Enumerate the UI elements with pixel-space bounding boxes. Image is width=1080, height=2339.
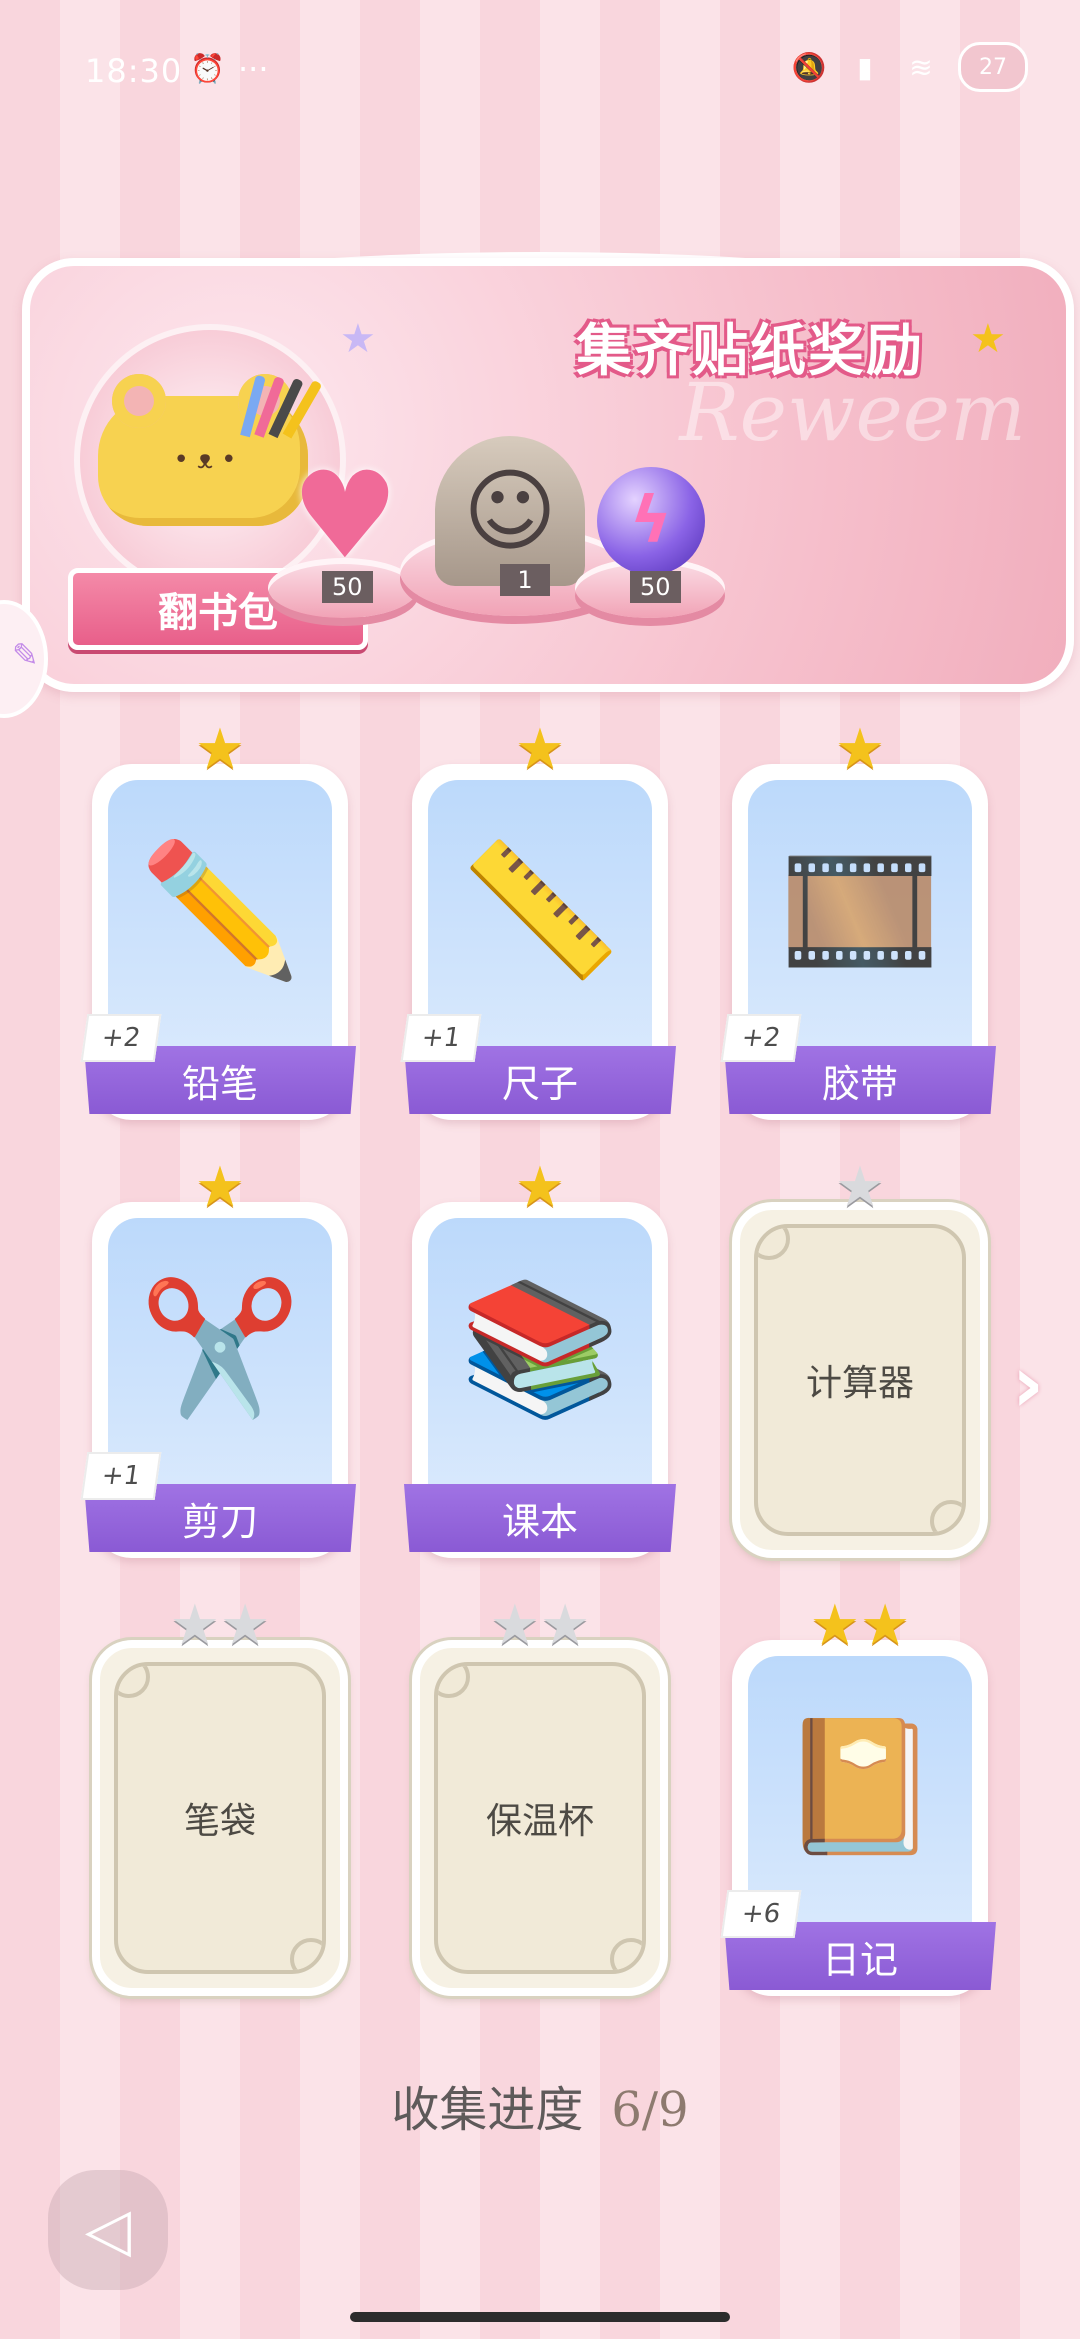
sticker-art-icon: ✂️ [139, 1271, 301, 1424]
sticker-card[interactable]: 🎞️ 胶带 +2 ★ [720, 722, 996, 1120]
card-stars: ★ ★ [732, 1598, 988, 1654]
star-deco-icon: ★ [970, 316, 1006, 362]
locked-card-name: 笔袋 [183, 1801, 256, 1842]
sticker-card[interactable]: ✏️ 铅笔 +2 ★ [80, 722, 356, 1120]
next-page-arrow-icon[interactable]: › [1012, 1340, 1044, 1430]
star-icon: ★ [220, 1593, 271, 1658]
star-icon: ★ [194, 1155, 246, 1220]
star-icon: ★ [514, 1155, 566, 1220]
card-stars: ★ [732, 1160, 988, 1216]
mute-icon: 🔕 [791, 50, 827, 84]
sticker-card[interactable]: 笔袋 ★ ★ [92, 1598, 348, 1996]
energy-orb-icon: ϟ [597, 467, 705, 575]
battery-indicator: 27 [958, 42, 1028, 92]
card-stars: ★ ★ [412, 1598, 668, 1654]
alarm-icon: ⏰ [190, 52, 225, 85]
locked-card-name: 保温杯 [485, 1801, 594, 1842]
sticker-card[interactable]: 📚 课本 ★ [404, 1160, 676, 1558]
sticker-art-icon: 📔 [779, 1709, 941, 1862]
sticker-card[interactable]: 保温杯 ★ ★ [412, 1598, 668, 1996]
more-notifications-icon: ··· [238, 50, 269, 88]
reward-count: 50 [630, 571, 681, 603]
sticker-art-icon: 📚 [459, 1271, 621, 1424]
star-icon: ★ [860, 1593, 911, 1658]
duplicate-count-badge: +6 [720, 1890, 802, 1938]
sticker-card[interactable]: 📏 尺子 +1 ★ [400, 722, 676, 1120]
reward-count: 50 [322, 571, 373, 603]
card-inner: 📚 [428, 1218, 652, 1518]
signal-icon: ▮ [857, 50, 873, 84]
card-stars: ★ [412, 1160, 668, 1216]
back-arrow-icon: ◁ [84, 2195, 132, 2265]
back-button[interactable]: ◁ [48, 2170, 168, 2290]
feather-icon: ✎ [12, 636, 39, 674]
reward-heart-gem[interactable]: ♥ [275, 446, 415, 586]
card-stars: ★ [92, 1160, 348, 1216]
duplicate-count-badge: +1 [80, 1452, 162, 1500]
status-time: 18:30 [85, 52, 183, 90]
wifi-icon: ≋ [909, 50, 933, 84]
progress-label: 收集进度 [391, 2082, 584, 2138]
reward-count: 1 [500, 564, 550, 596]
sticker-art-icon: 🎞️ [779, 833, 941, 986]
card-stars: ★ ★ [92, 1598, 348, 1654]
duplicate-count-badge: +2 [720, 1014, 802, 1062]
status-bar: 18:30 ⏰ ··· 🔕 ▮ ≋ 27 [0, 0, 1080, 140]
star-icon: ★ [540, 1593, 591, 1658]
home-indicator[interactable] [350, 2312, 730, 2322]
reward-energy-orb[interactable]: ϟ [596, 466, 706, 576]
star-icon: ★ [489, 1593, 540, 1658]
pencils-icon [240, 374, 323, 439]
banner-watermark: Reweem [679, 366, 1026, 459]
star-icon: ★ [194, 717, 246, 782]
card-stars: ★ [92, 722, 348, 778]
star-icon: ★ [834, 1155, 886, 1220]
sticker-card[interactable]: 📔 日记 +6 ★ ★ [720, 1598, 996, 1996]
star-icon: ★ [834, 717, 886, 782]
duplicate-count-badge: +2 [80, 1014, 162, 1062]
star-icon: ★ [514, 717, 566, 782]
star-icon: ★ [169, 1593, 220, 1658]
heart-gem-icon: ♥ [291, 446, 399, 586]
star-icon: ★ [809, 1593, 860, 1658]
sticker-art-icon: ✏️ [139, 833, 301, 986]
card-stars: ★ [732, 722, 988, 778]
sticker-card[interactable]: ✂️ 剪刀 +1 ★ [80, 1160, 356, 1558]
collection-progress: 收集进度 6/9 [0, 2070, 1080, 2140]
card-stars: ★ [412, 722, 668, 778]
sticker-art-icon: 📏 [459, 833, 621, 986]
reward-banner: ★ ★ 集齐贴纸奖励 Reweem • ᴥ • 翻书包 ♥ 50 ☺ 1 ϟ 5… [22, 258, 1074, 692]
card-label: 课本 [404, 1484, 676, 1552]
star-deco-icon: ★ [340, 316, 376, 362]
sticker-card[interactable]: 计算器 ★ [732, 1160, 988, 1558]
locked-card-name: 计算器 [805, 1363, 914, 1404]
progress-value: 6/9 [611, 2082, 689, 2138]
duplicate-count-badge: +1 [400, 1014, 482, 1062]
